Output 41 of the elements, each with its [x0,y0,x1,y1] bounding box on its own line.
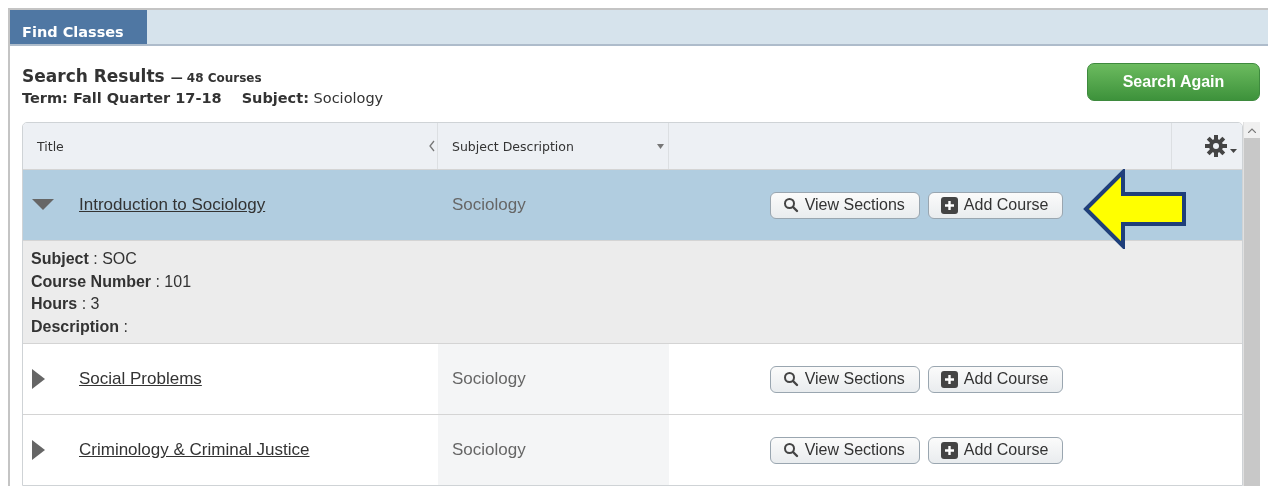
plus-icon [940,370,958,388]
collapse-caret-icon[interactable] [32,199,54,211]
subject-value: Sociology [313,90,384,106]
course-row[interactable]: Social Problems Sociology View Sections Add Course [23,343,1243,414]
expand-caret-icon[interactable] [32,369,45,389]
plus-icon [940,196,958,214]
column-header[interactable]: Subject Description [452,138,574,154]
course-title-link[interactable]: Criminology & Criminal Justice [79,440,310,460]
detail-line: Subject : SOC [31,249,138,269]
view-sections-button[interactable]: View Sections [769,365,920,393]
view-sections-button[interactable]: View Sections [769,436,920,464]
tab[interactable]: Find Classes [10,10,147,44]
term-text: Term: Fall Quarter 17-18 [22,90,222,106]
results-title: Search Results [22,66,165,86]
add-course-button[interactable]: Add Course [927,365,1064,393]
settings-icon[interactable] [1204,134,1239,158]
sort-caret-icon[interactable] [657,143,664,149]
course-title-link[interactable]: Introduction to Sociology [79,195,266,215]
search-icon [782,371,799,387]
expand-caret-icon[interactable] [32,440,45,460]
detail-line: Hours : 3 [31,294,101,314]
detail-line: Description : [31,316,129,337]
scrollbar[interactable] [1243,122,1260,486]
scroll-up-icon[interactable] [1248,127,1256,133]
add-course-button[interactable]: Add Course [927,436,1064,464]
course-row[interactable]: Criminology & Criminal Justice Sociology View Sections Add Course [23,414,1243,485]
view-sections-button[interactable]: View Sections [769,191,920,219]
chevron-left-icon[interactable] [429,140,435,152]
course-title-link[interactable]: Social Problems [79,369,202,389]
course-row[interactable]: Introduction to Sociology Sociology View Sections Add Course [23,169,1243,240]
course-count: — 48 Courses [170,71,262,85]
add-course-button[interactable]: Add Course [927,191,1064,219]
subject-text: Sociology [452,369,526,389]
search-icon [782,442,799,458]
detail-line: Course Number : 101 [31,271,193,292]
plus-icon [940,441,958,459]
column-header[interactable]: Title [37,138,64,154]
subject-text: Sociology [452,440,526,460]
subject-label: Subject: [241,90,309,106]
subject-text: Sociology [452,195,526,215]
search-icon [782,197,799,213]
